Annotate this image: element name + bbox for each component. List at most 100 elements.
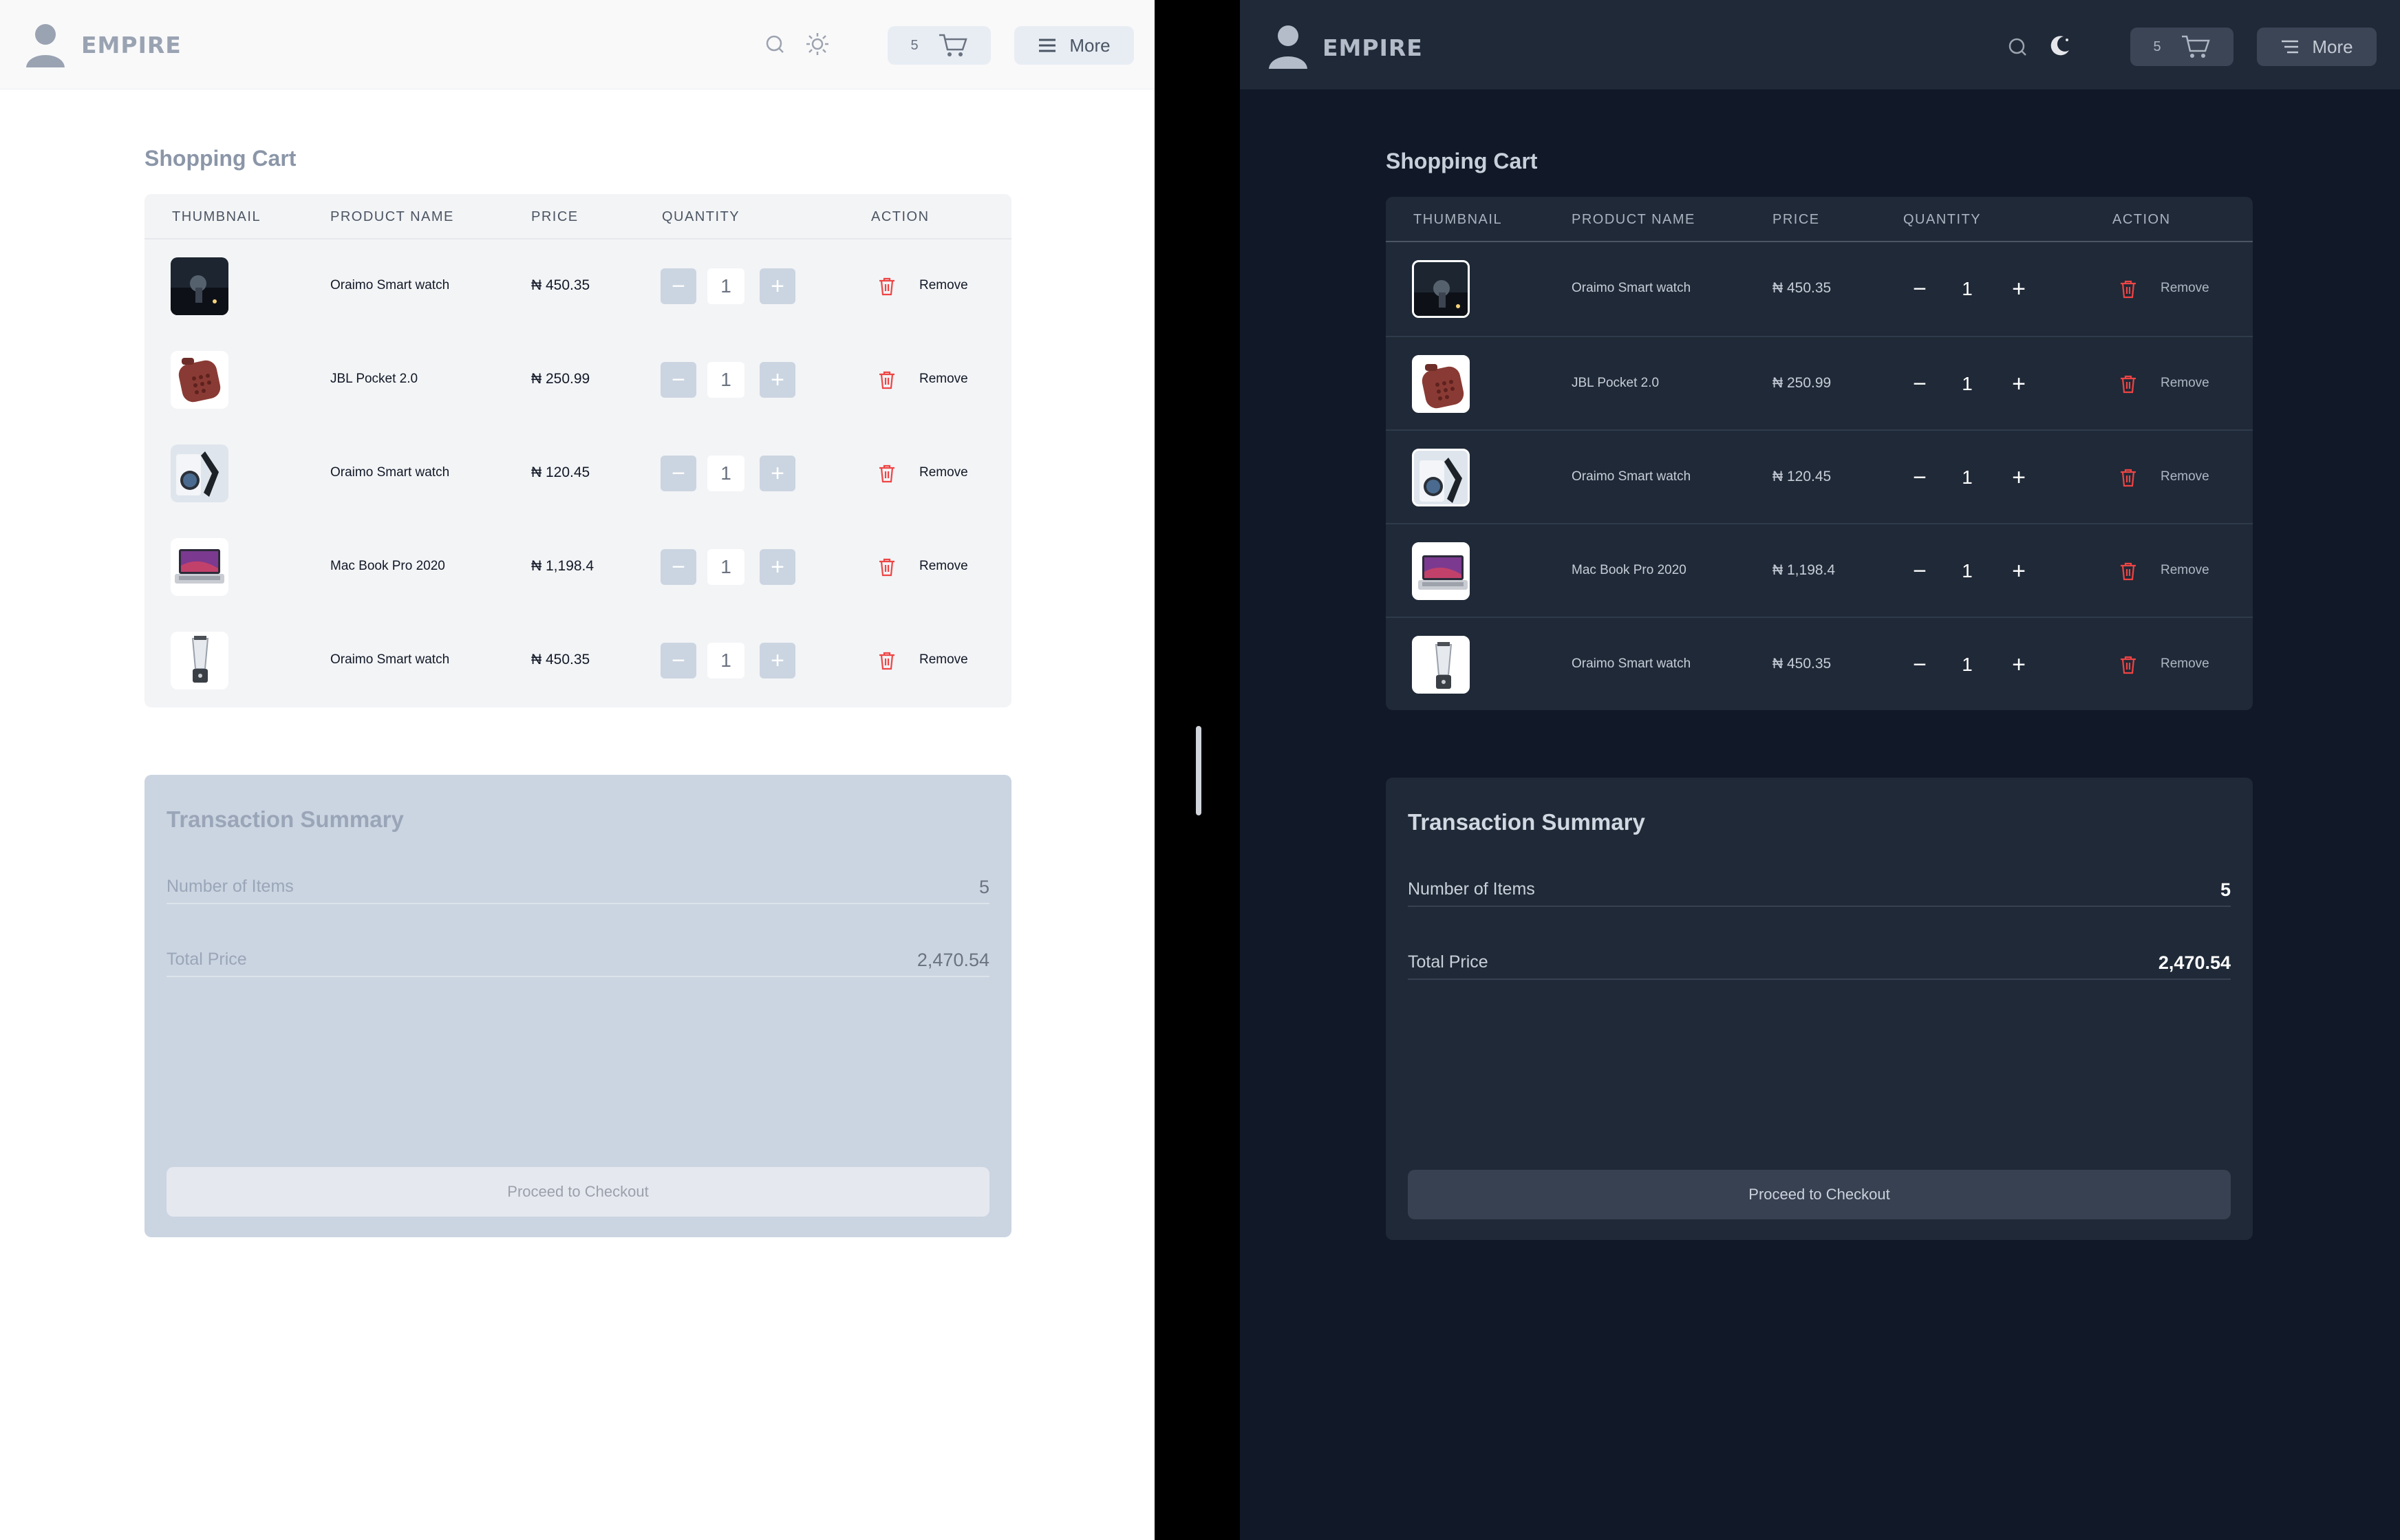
quantity-value[interactable]: 1	[1949, 366, 1986, 402]
remove-button[interactable]: Remove	[2161, 281, 2209, 296]
trash-icon[interactable]	[2119, 279, 2137, 299]
product-thumbnail[interactable]	[1412, 636, 1470, 694]
total-price-label: Total Price	[167, 950, 247, 969]
total-price-label: Total Price	[1408, 952, 1488, 972]
product-name: Mac Book Pro 2020	[330, 559, 445, 573]
search-icon[interactable]	[2005, 34, 2030, 59]
trash-icon[interactable]	[878, 464, 896, 483]
product-thumbnail[interactable]	[171, 632, 228, 689]
light-theme-panel: EMPIRE 5 More Shopping Cart THUMBNAIL PR…	[0, 0, 1155, 1540]
brand-logo[interactable]: EMPIRE	[1322, 34, 1423, 61]
items-count-row: Number of Items 5	[1408, 879, 2231, 907]
decrease-quantity-button[interactable]: −	[1902, 271, 1938, 307]
increase-quantity-button[interactable]: +	[760, 268, 795, 304]
remove-button[interactable]: Remove	[2161, 469, 2209, 484]
remove-button[interactable]: Remove	[2161, 656, 2209, 672]
trash-icon[interactable]	[878, 651, 896, 670]
decrease-quantity-button[interactable]: −	[1902, 553, 1938, 589]
product-thumbnail[interactable]	[171, 445, 228, 502]
quantity-value[interactable]: 1	[1949, 647, 1986, 683]
quantity-stepper: −1 +	[661, 456, 798, 494]
quantity-value[interactable]: 1	[1949, 553, 1986, 589]
increase-quantity-button[interactable]: +	[2001, 366, 2037, 402]
decrease-quantity-button[interactable]: −	[1902, 366, 1938, 402]
product-name: Oraimo Smart watch	[1572, 469, 1691, 484]
cart-button[interactable]: 5	[2130, 28, 2233, 66]
remove-button[interactable]: Remove	[919, 278, 968, 293]
decrease-quantity-button[interactable]: −	[661, 268, 696, 304]
remove-button[interactable]: Remove	[2161, 376, 2209, 391]
table-row: Oraimo Smart watch ₦ 120.45 −1 + Remove	[1386, 429, 2253, 523]
quantity-stepper: −1 +	[661, 549, 798, 588]
brand-logo[interactable]: EMPIRE	[81, 32, 182, 58]
hamburger-icon	[2282, 40, 2299, 54]
product-thumbnail[interactable]	[1412, 355, 1470, 413]
product-price: ₦ 450.35	[1772, 280, 1832, 296]
remove-button[interactable]: Remove	[919, 465, 968, 480]
trash-icon[interactable]	[878, 277, 896, 296]
cart-title: Shopping Cart	[144, 146, 297, 171]
col-price: PRICE	[1772, 212, 1820, 227]
increase-quantity-button[interactable]: +	[760, 456, 795, 491]
search-icon[interactable]	[762, 32, 787, 56]
increase-quantity-button[interactable]: +	[2001, 553, 2037, 589]
quantity-value[interactable]: 1	[707, 268, 744, 304]
quantity-stepper: −1 +	[661, 268, 798, 307]
trash-icon[interactable]	[878, 557, 896, 577]
decrease-quantity-button[interactable]: −	[661, 456, 696, 491]
increase-quantity-button[interactable]: +	[760, 643, 795, 678]
increase-quantity-button[interactable]: +	[2001, 271, 2037, 307]
top-navbar: EMPIRE 5 More	[1240, 0, 2400, 89]
decrease-quantity-button[interactable]: −	[1902, 460, 1938, 495]
trash-icon[interactable]	[878, 370, 896, 389]
checkout-button[interactable]: Proceed to Checkout	[1408, 1170, 2231, 1219]
quantity-stepper: −1 +	[1902, 271, 2039, 310]
user-avatar-icon[interactable]	[25, 21, 66, 67]
remove-button[interactable]: Remove	[919, 559, 968, 574]
quantity-value[interactable]: 1	[707, 549, 744, 585]
product-thumbnail[interactable]	[171, 351, 228, 409]
increase-quantity-button[interactable]: +	[2001, 647, 2037, 683]
trash-icon[interactable]	[2119, 374, 2137, 394]
quantity-value[interactable]: 1	[707, 456, 744, 491]
remove-button[interactable]: Remove	[919, 652, 968, 667]
split-resize-handle[interactable]	[1196, 726, 1201, 815]
decrease-quantity-button[interactable]: −	[661, 643, 696, 678]
decrease-quantity-button[interactable]: −	[1902, 647, 1938, 683]
cart-count-badge: 5	[910, 37, 919, 53]
decrease-quantity-button[interactable]: −	[661, 549, 696, 585]
increase-quantity-button[interactable]: +	[760, 362, 795, 398]
quantity-value[interactable]: 1	[1949, 460, 1986, 495]
quantity-value[interactable]: 1	[1949, 271, 1986, 307]
trash-icon[interactable]	[2119, 468, 2137, 487]
quantity-value[interactable]: 1	[707, 643, 744, 678]
product-price: ₦ 250.99	[531, 371, 590, 387]
product-thumbnail[interactable]	[171, 257, 228, 315]
sun-icon[interactable]	[805, 32, 830, 56]
increase-quantity-button[interactable]: +	[2001, 460, 2037, 495]
user-avatar-icon[interactable]	[1267, 22, 1309, 69]
quantity-value[interactable]: 1	[707, 362, 744, 398]
product-thumbnail[interactable]	[171, 538, 228, 596]
col-quantity: QUANTITY	[1903, 212, 1982, 227]
product-name: JBL Pocket 2.0	[330, 372, 418, 386]
moon-icon[interactable]	[2048, 33, 2072, 58]
trash-icon[interactable]	[2119, 562, 2137, 581]
decrease-quantity-button[interactable]: −	[661, 362, 696, 398]
increase-quantity-button[interactable]: +	[760, 549, 795, 585]
product-price: ₦ 450.35	[531, 277, 590, 293]
product-thumbnail[interactable]	[1412, 542, 1470, 600]
remove-button[interactable]: Remove	[2161, 563, 2209, 578]
more-menu-button[interactable]: More	[1014, 26, 1134, 65]
cart-button[interactable]: 5	[888, 26, 991, 65]
product-thumbnail[interactable]	[1412, 449, 1470, 506]
checkout-button[interactable]: Proceed to Checkout	[167, 1167, 989, 1217]
remove-button[interactable]: Remove	[919, 372, 968, 387]
cart-title: Shopping Cart	[1386, 149, 1538, 173]
items-count-value: 5	[978, 877, 989, 897]
top-navbar: EMPIRE 5 More	[0, 0, 1155, 89]
more-menu-button[interactable]: More	[2257, 28, 2377, 66]
trash-icon[interactable]	[2119, 655, 2137, 674]
total-price-row: Total Price 2,470.54	[167, 950, 989, 977]
product-thumbnail[interactable]	[1412, 260, 1470, 318]
